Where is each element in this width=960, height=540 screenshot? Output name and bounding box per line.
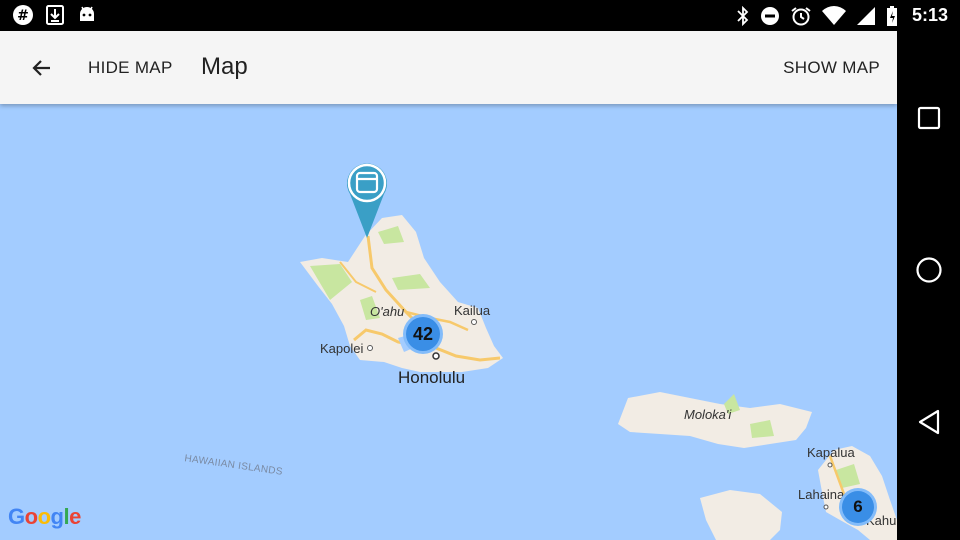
battery-charging-icon bbox=[886, 5, 897, 26]
google-logo: Google bbox=[8, 504, 81, 529]
label-honolulu: Honolulu bbox=[398, 368, 466, 387]
app-bar: HIDE MAP Map SHOW MAP bbox=[0, 31, 897, 104]
back-nav-button[interactable] bbox=[897, 392, 960, 452]
wifi-icon bbox=[821, 5, 846, 25]
hide-map-button[interactable]: HIDE MAP bbox=[88, 58, 173, 78]
do-not-disturb-icon bbox=[760, 6, 779, 25]
back-button[interactable] bbox=[22, 50, 62, 86]
alarm-icon bbox=[791, 6, 811, 25]
bluetooth-icon bbox=[737, 5, 749, 26]
cluster-marker-oahu[interactable]: 42 bbox=[403, 314, 443, 354]
label-kapolei: Kapolei bbox=[320, 341, 364, 356]
page-title: Map bbox=[201, 53, 248, 80]
recents-button[interactable] bbox=[897, 88, 960, 148]
lanai-island bbox=[700, 490, 782, 540]
download-icon bbox=[44, 4, 66, 26]
home-circle-icon bbox=[915, 257, 942, 283]
signal-icon bbox=[856, 6, 875, 25]
status-bar: # 5:13 bbox=[0, 0, 960, 31]
back-triangle-icon bbox=[918, 409, 939, 435]
label-molokai: Moloka'i bbox=[684, 407, 732, 422]
label-kapalua: Kapalua bbox=[807, 445, 855, 460]
svg-text:#: # bbox=[17, 8, 29, 24]
cluster-marker-maui[interactable]: 6 bbox=[839, 488, 877, 526]
notification-icons: # bbox=[12, 4, 98, 26]
map-pin-marker[interactable] bbox=[344, 160, 390, 245]
map-view[interactable]: O'ahu Kailua Kapolei Honolulu Moloka'i K… bbox=[0, 104, 897, 540]
label-lahaina: Lahaina bbox=[798, 487, 845, 502]
home-button[interactable] bbox=[897, 240, 960, 300]
arrow-back-icon bbox=[32, 60, 50, 76]
slack-icon: # bbox=[12, 4, 34, 26]
system-icons: 5:13 bbox=[736, 0, 948, 31]
android-icon bbox=[76, 4, 98, 26]
recents-square-icon bbox=[917, 106, 940, 130]
show-map-button[interactable]: SHOW MAP bbox=[783, 58, 880, 78]
clock: 5:13 bbox=[911, 5, 948, 25]
system-nav-bar bbox=[897, 31, 960, 540]
map-land bbox=[300, 215, 897, 540]
label-kailua: Kailua bbox=[454, 303, 491, 318]
label-oahu: O'ahu bbox=[370, 304, 405, 319]
